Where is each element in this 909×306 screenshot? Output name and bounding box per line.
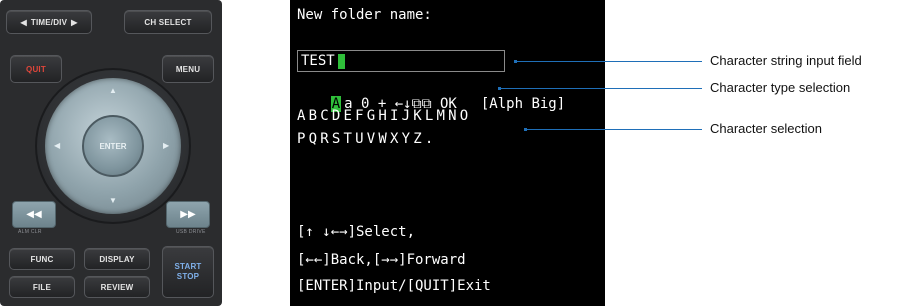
character-row-1[interactable]: ABCDEFGHIJKLMNO	[297, 108, 471, 124]
right-arrow-icon[interactable]: ▶	[163, 141, 169, 150]
func-button[interactable]: FUNC	[9, 248, 75, 270]
right-arrow-icon: ▶	[71, 17, 78, 27]
file-label: FILE	[32, 282, 52, 292]
rewind-button[interactable]: ◀◀	[12, 201, 56, 228]
rewind-icon: ◀◀	[26, 209, 42, 220]
quit-button[interactable]: QUIT	[10, 55, 62, 83]
usb-drive-label: USB DRIVE	[176, 229, 206, 235]
help-back-forward: [←←]Back,[→→]Forward	[297, 252, 466, 268]
time-div-label: TIME/DIV	[30, 17, 68, 27]
fast-forward-button[interactable]: ▶▶	[166, 201, 210, 228]
callout-label-type: Character type selection	[710, 80, 851, 95]
start-label: START	[174, 262, 202, 271]
enter-label: ENTER	[99, 141, 127, 151]
fast-forward-icon: ▶▶	[180, 209, 196, 220]
ch-select-label: CH SELECT	[144, 17, 192, 27]
left-arrow-icon[interactable]: ◀	[54, 141, 60, 150]
enter-button[interactable]: ENTER	[82, 115, 144, 177]
lcd-screen: New folder name: TEST Aa 0 + ←↓⧉⧉ OK [Alp…	[290, 0, 605, 306]
up-arrow-icon[interactable]: ▲	[109, 86, 117, 95]
stop-label: STOP	[176, 272, 200, 281]
control-panel: ◀ TIME/DIV ▶ CH SELECT QUIT MENU ▲ ▼ ◀ ▶…	[0, 0, 222, 306]
folder-name-input[interactable]: TEST	[297, 50, 505, 72]
review-label: REVIEW	[100, 282, 134, 292]
left-arrow-icon: ◀	[20, 17, 27, 27]
ch-select-button[interactable]: CH SELECT	[124, 10, 212, 34]
menu-button[interactable]: MENU	[162, 55, 214, 83]
down-arrow-icon[interactable]: ▼	[109, 196, 117, 205]
callout-line-selection	[524, 129, 702, 130]
dialog-title: New folder name:	[297, 7, 432, 23]
callout-label-selection: Character selection	[710, 121, 822, 136]
time-div-button[interactable]: ◀ TIME/DIV ▶	[6, 10, 92, 34]
callout-label-input: Character string input field	[710, 53, 862, 68]
review-button[interactable]: REVIEW	[84, 276, 150, 298]
func-label: FUNC	[30, 254, 54, 264]
alm-clr-label: ALM CLR	[18, 229, 42, 235]
folder-name-value: TEST	[301, 53, 335, 69]
display-button[interactable]: DISPLAY	[84, 248, 150, 270]
help-select: [↑ ↓←→]Select,	[297, 224, 416, 240]
menu-label: MENU	[175, 64, 201, 74]
help-enter-quit: [ENTER]Input/[QUIT]Exit	[297, 278, 491, 294]
display-label: DISPLAY	[99, 254, 135, 264]
start-stop-button[interactable]: START STOP	[162, 246, 214, 298]
quit-label: QUIT	[26, 64, 46, 74]
character-mode-label: [Alph Big]	[480, 96, 566, 112]
text-cursor	[338, 54, 345, 69]
character-row-2[interactable]: PQRSTUVWXYZ.	[297, 131, 437, 147]
file-button[interactable]: FILE	[9, 276, 75, 298]
callout-line-type	[498, 88, 702, 89]
callout-line-input	[514, 61, 702, 62]
